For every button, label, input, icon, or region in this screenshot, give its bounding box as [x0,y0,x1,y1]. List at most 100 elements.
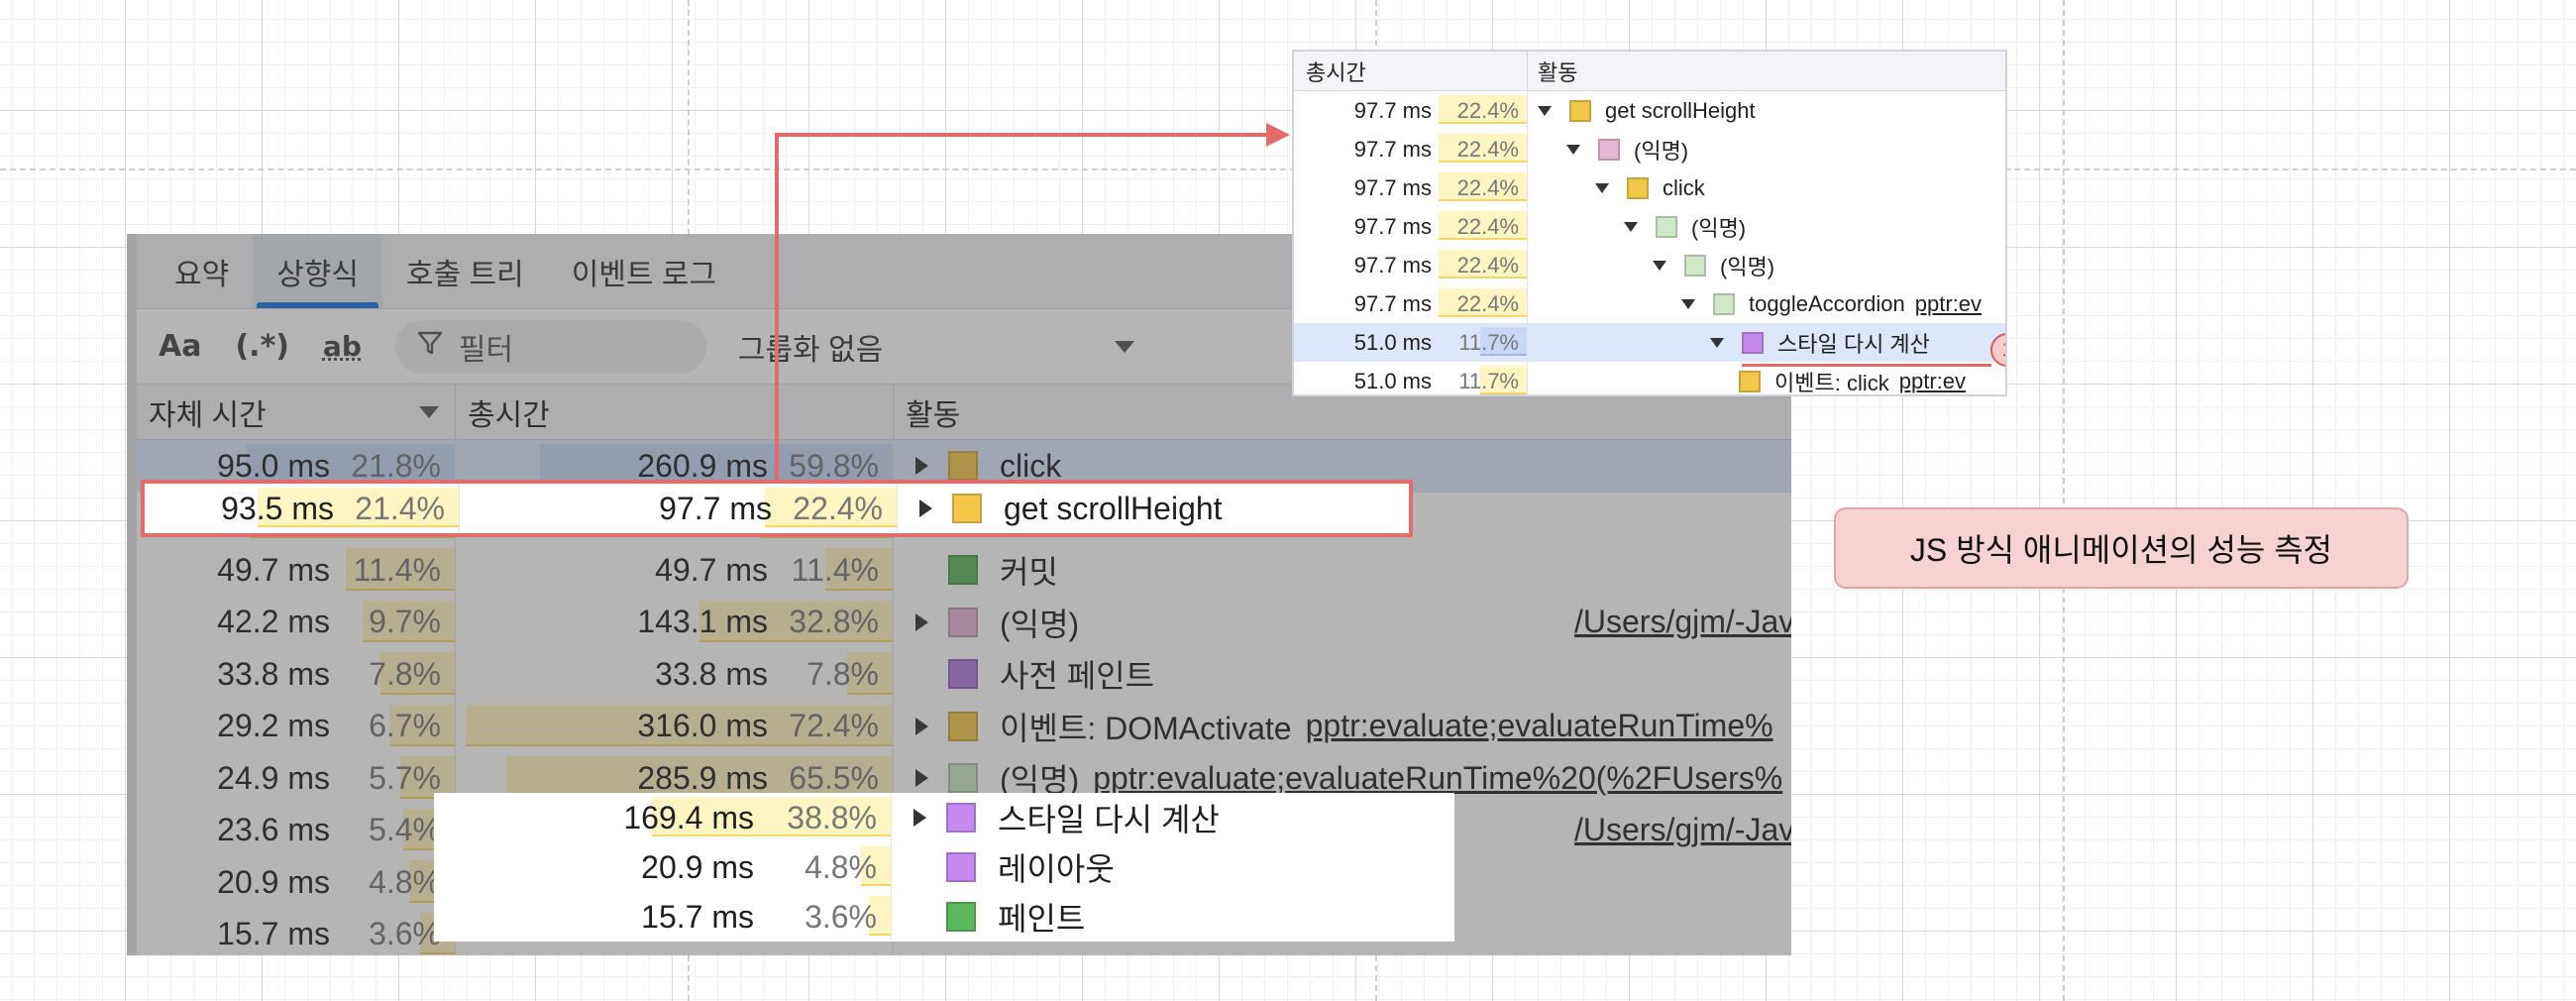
chevron-down-icon [1114,340,1134,353]
crop-table-body: 97.7 ms 22.4% get scrollHeight 97.7 ms 22.4%… [1294,91,2005,394]
whole-word-button[interactable]: ab [323,330,362,363]
total-time-percent: 22.4% [1456,290,1519,316]
category-swatch [948,607,978,637]
source-link[interactable]: /Users/gjm/-Jav [1574,604,1791,640]
category-swatch [948,451,978,482]
total-time-percent: 65.5% [789,759,879,796]
total-time-cell: 51.0 ms 11.7% [1294,362,1528,394]
total-time-cell: 97.7 ms 22.4% [460,484,898,533]
activity-cell: 레이아웃 [892,842,1454,892]
expand-arrow-icon[interactable] [913,809,926,827]
activity-name: click [1663,174,1705,200]
tree-row[interactable]: 51.0 ms 11.7% 스타일 다시 계산 [1294,323,2005,362]
self-time-percent: 6.7% [369,708,441,744]
activity-name: (익명) [1691,215,1747,241]
total-time-value: 51.0 ms [1353,368,1432,393]
activity-cell: (익명) /Users/gjm/-Jav [894,597,1791,649]
tree-row[interactable]: 97.7 ms 22.4% (익명) [1294,130,2005,168]
table-row[interactable]: 49.7 ms 11.4% 49.7 ms 11.4% 커밋 [137,544,1791,597]
total-time-percent: 22.4% [793,490,883,526]
total-time-cell: 15.7 ms 3.6% [434,892,892,942]
activity-name: get scrollHeight [1004,490,1223,526]
expand-arrow-icon[interactable] [1624,221,1638,232]
self-time-percent: 21.4% [355,490,445,526]
activity-name: toggleAccordion [1749,290,1905,316]
self-time-cell: 42.2 ms 9.7% [137,596,456,648]
expand-arrow-icon[interactable] [915,612,928,631]
expand-arrow-icon[interactable] [1538,105,1552,116]
tree-row[interactable]: 51.0 ms 11.7% 이벤트: click pptr:ev [1294,362,2005,394]
self-time-percent: 5.4% [369,812,441,848]
table-row[interactable]: 29.2 ms 6.7% 316.0 ms 72.4% 이벤트: DOMActivate… [137,700,1791,752]
tree-row[interactable]: 97.7 ms 22.4% (익명) [1294,207,2005,246]
guide-line-vertical [2063,0,2065,1001]
table-row[interactable]: 20.9 ms 4.8% 레이아웃 [434,842,1454,892]
arrow-head-icon [1266,123,1290,147]
total-time-cell: 97.7 ms 22.4% [1294,130,1528,168]
total-time-value: 316.0 ms [637,708,768,744]
filter-icon [417,330,443,363]
table-row[interactable]: 42.2 ms 9.7% 143.1 ms 32.8% (익명) /Users/gjm/-… [137,596,1791,649]
source-link[interactable]: pptr:evaluate;evaluateRunTime% [1306,708,1773,744]
tree-row[interactable]: 97.7 ms 22.4% toggleAccordion pptr:ev [1294,284,2005,323]
highlighted-rows-popup: 169.4 ms 38.8% 스타일 다시 계산 20.9 ms 4.8% 레이아웃 15.… [434,793,1454,942]
total-time-value: 97.7 ms [1353,252,1432,278]
category-swatch [1598,138,1620,161]
source-link[interactable]: pptr:evaluate;evaluateRunTime%20(%2FUser… [1093,760,1782,797]
activity-name: 레이아웃 [998,851,1115,887]
total-time-cell: 97.7 ms 22.4% [1294,168,1528,207]
expand-arrow-icon[interactable] [1710,337,1724,348]
total-time-value: 169.4 ms [623,799,754,835]
self-time-value: 29.2 ms [217,708,330,744]
self-time-cell: 24.9 ms 5.7% [137,752,456,805]
total-time-cell: 51.0 ms 11.7% [1294,323,1528,362]
expand-arrow-icon[interactable] [915,457,928,476]
expand-arrow-icon[interactable] [1653,260,1666,271]
total-time-percent: 72.4% [789,708,879,744]
total-time-percent: 11.7% [1458,368,1519,393]
tree-row[interactable]: 97.7 ms 22.4% get scrollHeight [1294,91,2005,130]
expand-arrow-icon[interactable] [1566,144,1580,155]
category-swatch [1739,370,1761,392]
crop-column-total-time[interactable]: 총시간 [1294,52,1528,90]
activity-cell: 스타일 다시 계산 [892,793,1454,842]
tab-call-tree[interactable]: 호출 트리 [382,234,548,308]
total-time-cell: 97.7 ms 22.4% [1294,207,1528,246]
activity-cell: 이벤트: click pptr:ev [1528,362,2005,394]
expand-arrow-icon[interactable] [1595,182,1609,193]
column-total-time[interactable]: 총시간 [456,385,894,439]
source-link[interactable]: pptr:ev [1899,369,1966,394]
tab-summary[interactable]: 요약 [151,234,253,308]
match-case-button[interactable]: Aa [159,329,201,364]
category-swatch [948,555,978,586]
tree-row[interactable]: 97.7 ms 22.4% (익명) [1294,246,2005,284]
expand-arrow-icon[interactable] [915,769,928,788]
source-link[interactable]: /Users/gjm/-Jav [1574,812,1791,848]
highlighted-row[interactable]: 93.5 ms 21.4% 97.7 ms 22.4% get scrollHe… [141,480,1413,537]
column-self-time[interactable]: 자체 시간 [137,385,456,439]
filter-input[interactable]: 필터 [394,319,706,374]
table-row[interactable]: 169.4 ms 38.8% 스타일 다시 계산 [434,793,1454,842]
self-time-cell: 23.6 ms 5.4% [137,804,456,856]
self-time-value: 23.6 ms [217,812,330,848]
category-swatch [948,659,978,690]
tab-bottom-up[interactable]: 상향식 [253,234,383,308]
crop-column-activity[interactable]: 활동 [1528,52,2005,90]
tab-event-log[interactable]: 이벤트 로그 [548,234,740,308]
tree-row[interactable]: 97.7 ms 22.4% click [1294,168,2005,207]
activity-cell: (익명) [1528,246,2005,284]
expand-arrow-icon[interactable] [919,500,932,517]
activity-name: 페인트 [998,901,1086,937]
table-row[interactable]: 33.8 ms 7.8% 33.8 ms 7.8% 사전 페인트 [137,648,1791,701]
source-link[interactable]: pptr:ev [1915,291,1982,317]
underline-annotation [1742,364,1991,367]
grouping-select[interactable]: 그룹화 없음 [738,325,1134,369]
activity-name: (익명) [1720,254,1775,279]
expand-arrow-icon[interactable] [915,717,928,735]
total-time-value: 97.7 ms [659,490,772,526]
total-time-percent: 38.8% [787,799,877,835]
expand-arrow-icon[interactable] [1681,298,1695,309]
table-row[interactable]: 15.7 ms 3.6% 페인트 [434,892,1454,942]
category-swatch [1627,176,1649,199]
regex-button[interactable]: (.*) [235,329,289,364]
